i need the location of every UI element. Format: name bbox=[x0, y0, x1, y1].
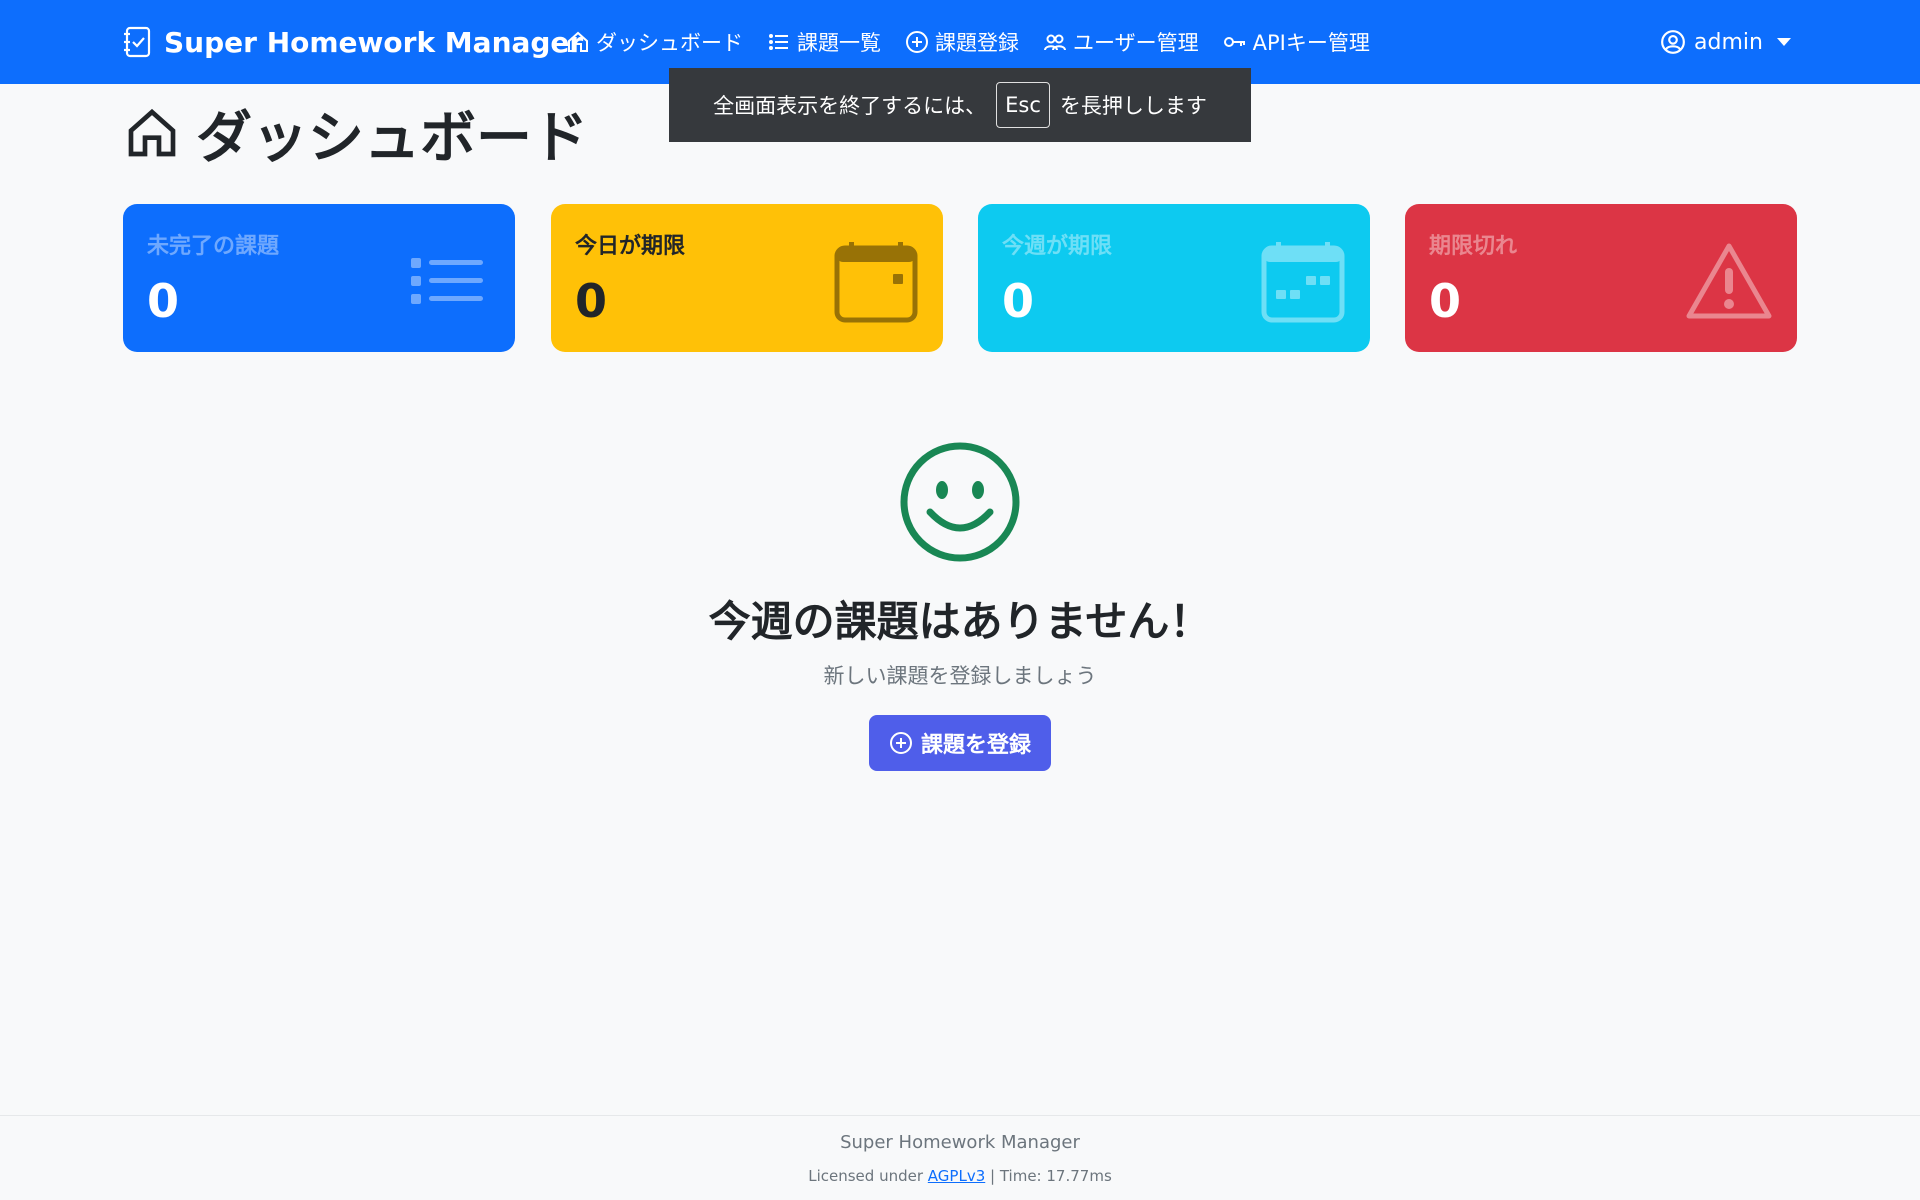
empty-state-title: 今週の課題はありません！ bbox=[708, 597, 1212, 646]
username: admin bbox=[1694, 29, 1763, 55]
toast-text-before: 全画面表示を終了するには、 bbox=[713, 94, 987, 118]
footer: Super Homework Manager Licensed under AG… bbox=[0, 1115, 1920, 1200]
list-icon bbox=[769, 34, 788, 50]
plus-circle-icon bbox=[889, 732, 912, 754]
person-circle-icon bbox=[1661, 30, 1685, 54]
toast-text-after: を長押しします bbox=[1059, 94, 1207, 118]
nav-assignment-list[interactable]: 課題一覧 bbox=[767, 27, 881, 57]
card-due-week[interactable]: 今週が期限 0 bbox=[978, 204, 1370, 352]
nav-assignment-list-label: 課題一覧 bbox=[797, 31, 881, 55]
warning-icon bbox=[1686, 243, 1772, 319]
notebook-check-icon bbox=[124, 26, 151, 58]
toast-key: Esc bbox=[996, 82, 1050, 128]
footer-time: | Time: 17.77ms bbox=[990, 1167, 1112, 1185]
key-icon bbox=[1223, 37, 1245, 47]
nav-user-management-label: ユーザー管理 bbox=[1073, 31, 1199, 55]
plus-circle-icon bbox=[906, 31, 928, 53]
nav-api-keys-label: APIキー管理 bbox=[1252, 31, 1370, 55]
list-icon bbox=[411, 258, 483, 304]
empty-state-subtitle: 新しい課題を登録しましょう bbox=[823, 664, 1097, 688]
card-incomplete[interactable]: 未完了の課題 0 bbox=[123, 204, 515, 352]
license-link[interactable]: AGPLv3 bbox=[928, 1167, 985, 1185]
chevron-down-icon bbox=[1776, 38, 1791, 46]
calendar-week-icon bbox=[1261, 242, 1345, 323]
page-title: ダッシュボード bbox=[124, 98, 588, 171]
house-icon bbox=[568, 31, 588, 52]
page-title-text: ダッシュボード bbox=[196, 105, 588, 171]
register-assignment-label: 課題を登録 bbox=[920, 733, 1031, 758]
footer-meta: Licensed under AGPLv3 | Time: 17.77ms bbox=[0, 1167, 1920, 1185]
nav-user-management[interactable]: ユーザー管理 bbox=[1043, 27, 1199, 57]
footer-app-name: Super Homework Manager bbox=[840, 1132, 1080, 1153]
nav-dashboard-label: ダッシュボード bbox=[596, 31, 743, 55]
nav-assignment-register[interactable]: 課題登録 bbox=[905, 27, 1019, 57]
nav-links: ダッシュボード 課題一覧 課題登録 ユーザー管理 APIキー管理 bbox=[566, 22, 1370, 62]
footer-license-prefix: Licensed under bbox=[808, 1167, 924, 1185]
nav-api-keys[interactable]: APIキー管理 bbox=[1223, 27, 1370, 57]
people-icon bbox=[1044, 34, 1066, 51]
brand[interactable]: Super Homework Manager bbox=[122, 22, 583, 62]
card-overdue[interactable]: 期限切れ 0 bbox=[1405, 204, 1797, 352]
card-due-today[interactable]: 今日が期限 0 bbox=[551, 204, 943, 352]
calendar-icon bbox=[834, 242, 918, 323]
house-icon bbox=[128, 108, 176, 157]
nav-dashboard[interactable]: ダッシュボード bbox=[566, 27, 743, 57]
user-menu[interactable]: admin bbox=[1660, 22, 1791, 62]
brand-name: Super Homework Manager bbox=[164, 25, 584, 59]
nav-assignment-register-label: 課題登録 bbox=[935, 31, 1019, 55]
smile-icon bbox=[900, 442, 1020, 562]
register-assignment-button[interactable]: 課題を登録 bbox=[869, 715, 1051, 771]
fullscreen-toast: 全画面表示を終了するには、 Esc を長押しします bbox=[669, 68, 1251, 142]
